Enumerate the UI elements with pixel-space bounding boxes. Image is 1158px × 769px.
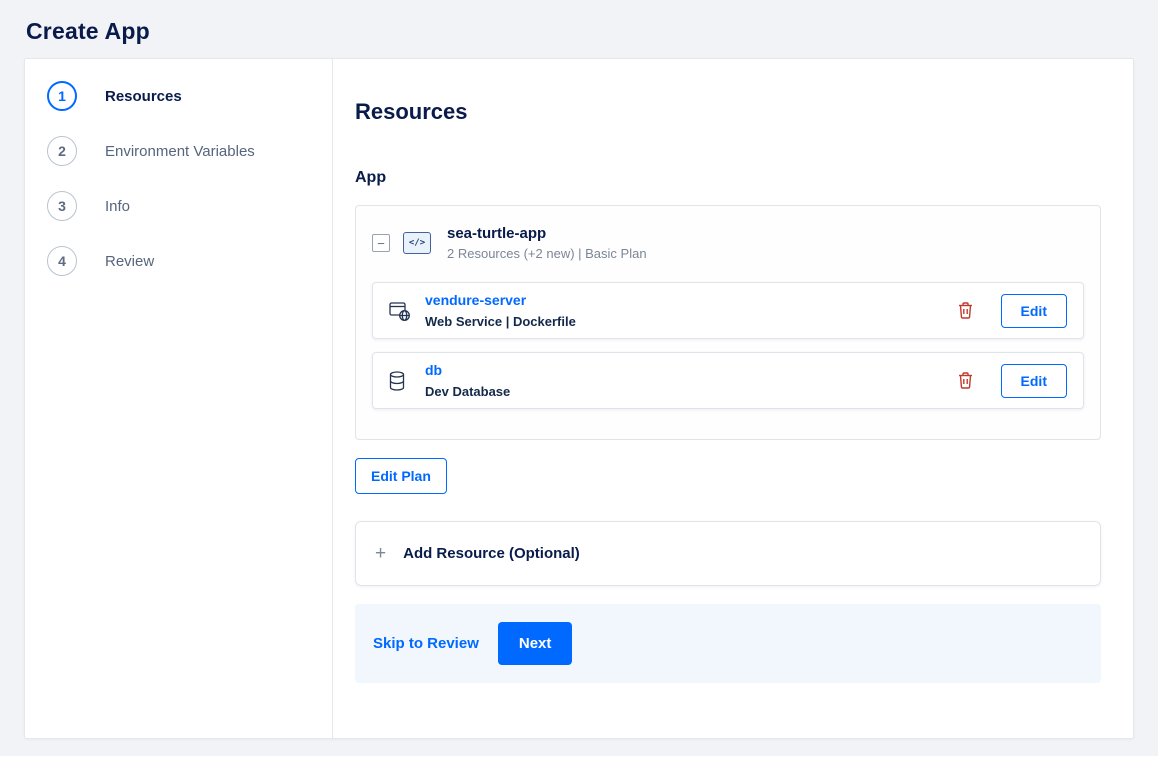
step-label: Review (105, 252, 155, 270)
page-title: Create App (26, 18, 150, 44)
step-info[interactable]: 3 Info (47, 191, 332, 221)
step-number-badge: 3 (47, 191, 77, 221)
resource-row-vendure-server: vendure-server Web Service | Dockerfile … (372, 282, 1084, 339)
resource-detail: Dev Database (425, 384, 511, 399)
app-title-block: sea-turtle-app 2 Resources (+2 new) | Ba… (447, 225, 647, 261)
step-label: Environment Variables (105, 142, 255, 160)
add-resource-card[interactable]: + Add Resource (Optional) (355, 521, 1101, 586)
resource-text: vendure-server Web Service | Dockerfile (425, 292, 954, 329)
app-card-header: − </> sea-turtle-app 2 Resources (+2 new… (356, 206, 1100, 282)
collapse-app-button[interactable]: − (372, 234, 390, 252)
app-name: sea-turtle-app (447, 225, 547, 242)
step-number-badge: 4 (47, 246, 77, 276)
content-panel: Resources App − </> sea-turtle-app 2 Res… (333, 59, 1133, 738)
app-card: − </> sea-turtle-app 2 Resources (+2 new… (355, 205, 1101, 440)
add-resource-label: Add Resource (Optional) (403, 545, 580, 562)
content-heading: Resources (355, 99, 468, 124)
delete-resource-icon[interactable] (954, 298, 977, 323)
resource-text: db Dev Database (425, 362, 954, 399)
step-number-badge: 2 (47, 136, 77, 166)
code-app-icon: </> (403, 232, 431, 254)
database-icon (389, 370, 413, 391)
plus-icon: + (375, 542, 387, 564)
resource-row-db: db Dev Database Edit (372, 352, 1084, 409)
step-review[interactable]: 4 Review (47, 246, 332, 276)
edit-plan-button[interactable]: Edit Plan (355, 458, 447, 494)
footer-action-bar: Skip to Review Next (355, 604, 1101, 683)
web-service-icon (389, 300, 413, 322)
create-app-card: 1 Resources 2 Environment Variables 3 In… (24, 58, 1134, 739)
delete-resource-icon[interactable] (954, 368, 977, 393)
app-subtitle: 2 Resources (+2 new) | Basic Plan (447, 246, 647, 261)
edit-resource-button[interactable]: Edit (1000, 363, 1067, 398)
step-label: Info (105, 197, 131, 215)
step-resources[interactable]: 1 Resources (47, 81, 332, 111)
resource-link[interactable]: vendure-server (425, 292, 526, 308)
next-button[interactable]: Next (497, 622, 573, 665)
step-number-badge: 1 (47, 81, 77, 111)
bottom-strip (0, 756, 1158, 769)
page: Create App 1 Resources 2 Environment Var… (0, 0, 1158, 769)
skip-to-review-link[interactable]: Skip to Review (373, 635, 479, 652)
step-environment-variables[interactable]: 2 Environment Variables (47, 136, 332, 166)
resource-link[interactable]: db (425, 362, 442, 378)
step-label: Resources (105, 87, 182, 105)
resource-detail: Web Service | Dockerfile (425, 314, 576, 329)
app-section-label: App (355, 169, 387, 186)
stepper: 1 Resources 2 Environment Variables 3 In… (25, 59, 333, 738)
edit-resource-button[interactable]: Edit (1000, 293, 1067, 328)
edit-plan-wrap: Edit Plan (355, 458, 1101, 494)
